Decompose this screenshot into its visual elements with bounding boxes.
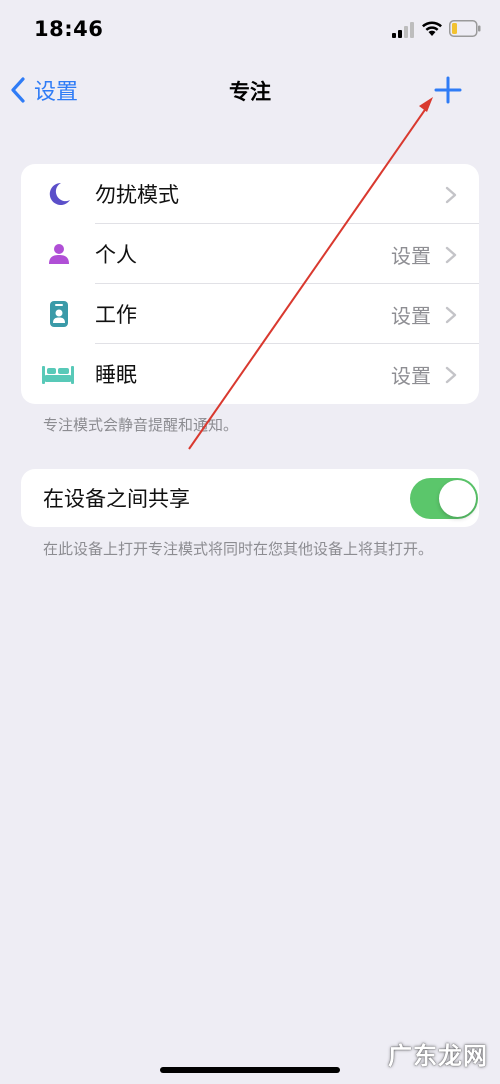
toggle-knob [439,480,476,517]
watermark: 广东龙网 [388,1042,488,1070]
list-item-label: 工作 [95,303,137,327]
share-across-devices-label: 在设备之间共享 [43,487,190,511]
list-item-do-not-disturb[interactable]: 勿扰模式 [21,164,479,224]
battery-icon [449,20,481,37]
focus-footer-note: 专注模式会静音提醒和通知。 [43,416,239,434]
share-across-devices-group: 在设备之间共享 [21,469,479,527]
person-icon [49,244,69,264]
list-item-value: 设置 [391,243,431,268]
chevron-right-icon [445,186,457,204]
moon-icon [49,182,70,205]
focus-modes-list: 勿扰模式 个人 设置 工作 设置 睡眠 设置 [21,164,479,404]
chevron-right-icon [445,246,457,264]
bed-icon [42,366,74,384]
home-indicator[interactable] [160,1067,340,1073]
share-footer-note: 在此设备上打开专注模式将同时在您其他设备上将其打开。 [43,540,434,558]
wifi-icon [422,21,442,36]
list-item-sleep[interactable]: 睡眠 设置 [21,344,479,404]
chevron-right-icon [445,306,457,324]
list-item-label: 睡眠 [95,363,137,387]
cellular-signal-icon [392,22,414,38]
status-time: 18:46 [34,17,104,41]
page-title: 专注 [229,80,271,104]
share-across-devices-row: 在设备之间共享 [21,469,479,527]
status-bar: 18:46 [0,0,500,60]
chevron-right-icon [445,366,457,384]
add-focus-button[interactable] [432,74,464,106]
share-across-devices-toggle[interactable] [410,478,478,519]
id-badge-icon [50,301,68,327]
list-item-work[interactable]: 工作 设置 [21,284,479,344]
list-item-value: 设置 [391,363,431,388]
list-item-label: 个人 [95,243,137,267]
list-item-value: 设置 [391,303,431,328]
list-item-personal[interactable]: 个人 设置 [21,224,479,284]
list-item-label: 勿扰模式 [95,183,179,207]
